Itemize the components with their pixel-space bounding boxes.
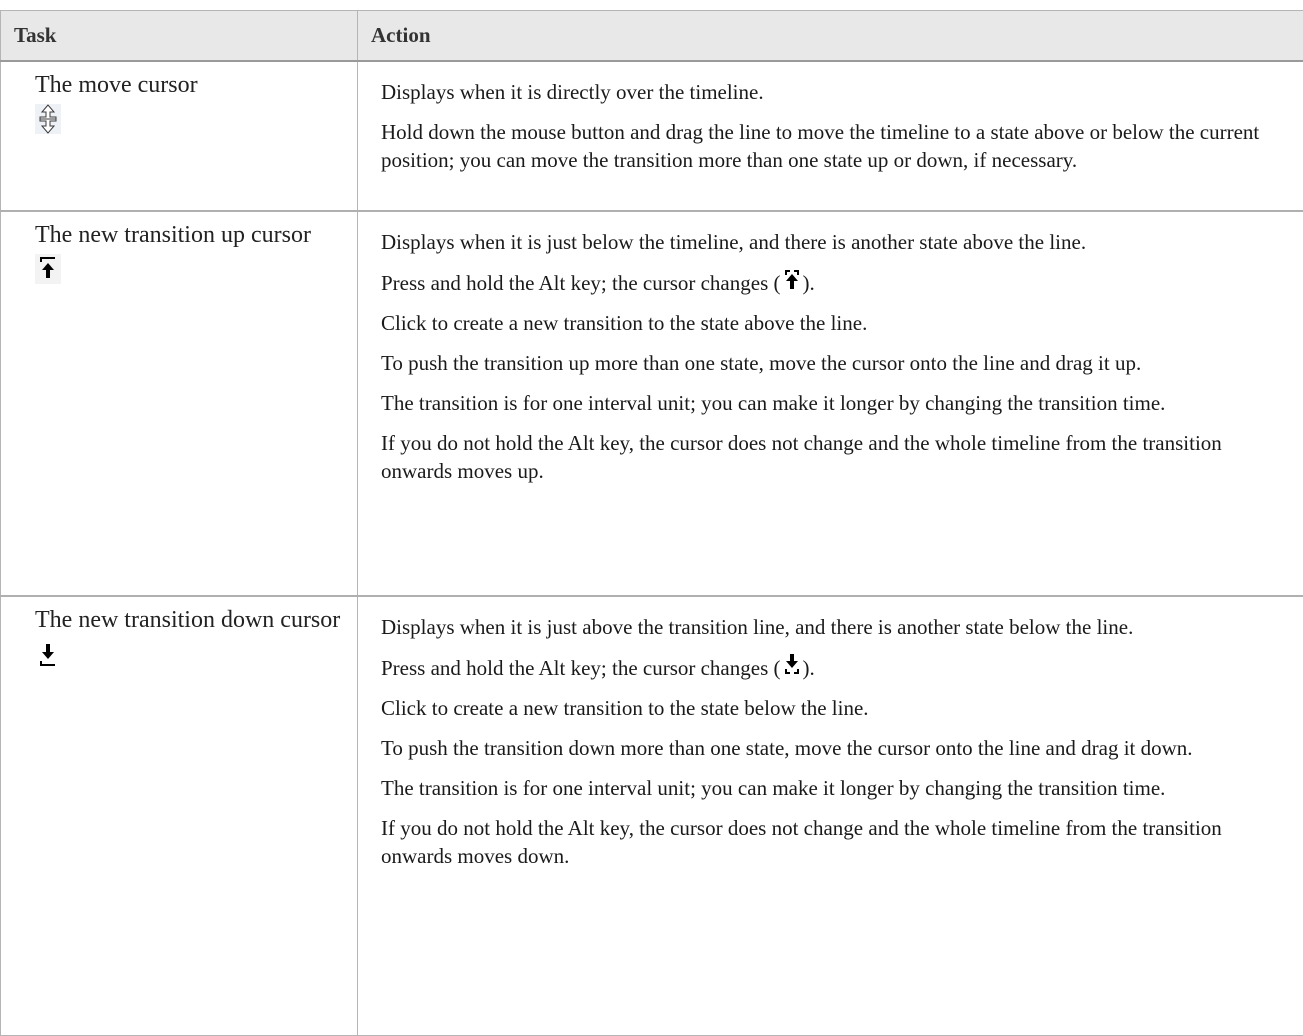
table-row: The new transition up cursor Displays wh… [1,211,1303,596]
action-paragraph: If you do not hold the Alt key, the curs… [381,429,1283,485]
task-label: The new transition down cursor [35,603,347,637]
header-task: Task [1,11,358,61]
action-paragraph: Click to create a new transition to the … [381,309,1283,337]
cursor-table: Task Action The move cursor Displays whe… [0,10,1303,1036]
action-paragraph: If you do not hold the Alt key, the curs… [381,814,1283,870]
action-cell: Displays when it is just below the timel… [358,211,1303,596]
action-paragraph: The transition is for one interval unit;… [381,774,1283,802]
action-paragraph: To push the transition down more than on… [381,734,1283,762]
header-action: Action [358,11,1303,61]
task-cell: The new transition down cursor [1,596,358,1036]
action-paragraph: Hold down the mouse button and drag the … [381,118,1283,174]
action-paragraph: Press and hold the Alt key; the cursor c… [381,268,1283,297]
task-cell: The new transition up cursor [1,211,358,596]
move-cursor-icon [35,104,61,134]
action-paragraph: The transition is for one interval unit;… [381,389,1283,417]
task-cell: The move cursor [1,61,358,211]
table-row: The move cursor Displays when it is dire… [1,61,1303,211]
action-text: ). [803,656,815,680]
action-cell: Displays when it is just above the trans… [358,596,1303,1036]
action-paragraph: Displays when it is just below the timel… [381,228,1283,256]
alt-up-cursor-icon [781,268,803,292]
action-paragraph: Displays when it is just above the trans… [381,613,1283,641]
action-text: Press and hold the Alt key; the cursor c… [381,271,781,295]
task-label: The move cursor [35,68,347,102]
action-paragraph: Displays when it is directly over the ti… [381,78,1283,106]
action-paragraph: Click to create a new transition to the … [381,694,1283,722]
transition-up-cursor-icon [35,254,61,284]
action-text: Press and hold the Alt key; the cursor c… [381,656,781,680]
action-text: ). [803,271,815,295]
task-label: The new transition up cursor [35,218,347,252]
transition-down-cursor-icon [35,639,61,669]
action-cell: Displays when it is directly over the ti… [358,61,1303,211]
table-row: The new transition down cursor Displays … [1,596,1303,1036]
action-paragraph: To push the transition up more than one … [381,349,1283,377]
alt-down-cursor-icon [781,653,803,677]
action-paragraph: Press and hold the Alt key; the cursor c… [381,653,1283,682]
table-header-row: Task Action [1,11,1303,61]
